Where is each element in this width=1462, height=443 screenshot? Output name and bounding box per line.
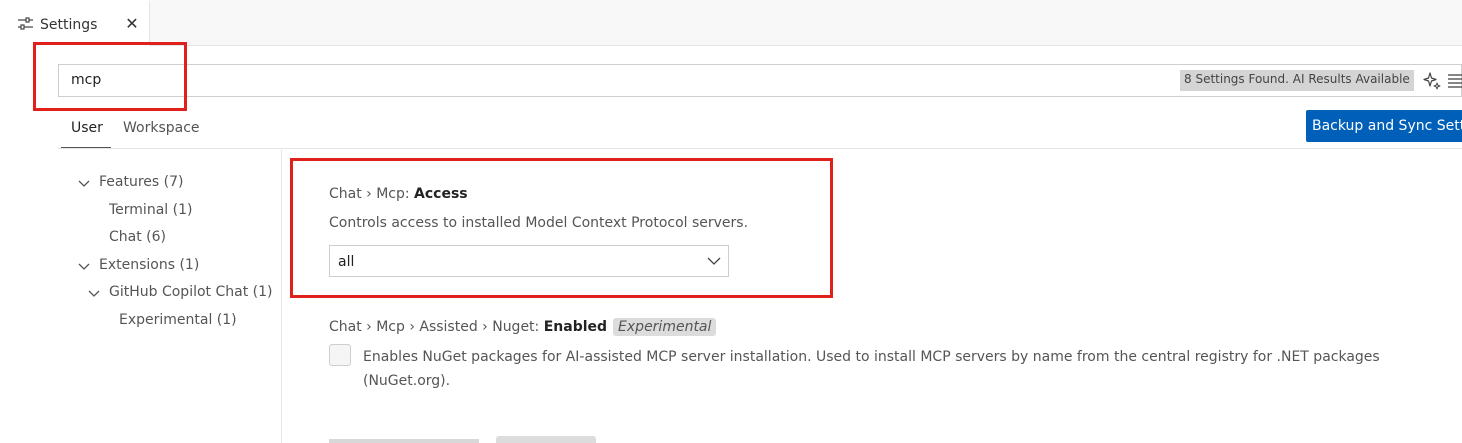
- toc-item-github-copilot-chat[interactable]: GitHub Copilot Chat (1): [109, 284, 272, 300]
- settings-search-input[interactable]: mcp 8 Settings Found. AI Results Availab…: [58, 64, 1462, 97]
- editor-tab-bar: Settings ✕: [0, 0, 1462, 46]
- chevron-down-icon[interactable]: [88, 288, 100, 300]
- annotation-box-setting: [290, 158, 833, 298]
- close-icon[interactable]: ✕: [124, 16, 140, 32]
- settings-toc: Features (7) Terminal (1) Chat (6) Exten…: [0, 150, 282, 443]
- toc-item-extensions[interactable]: Extensions (1): [99, 257, 199, 273]
- results-count-badge: 8 Settings Found. AI Results Available: [1180, 70, 1414, 91]
- scope-divider: [58, 148, 1462, 149]
- chevron-down-icon[interactable]: [78, 261, 90, 273]
- experimental-badge: Experimental: [613, 318, 717, 336]
- tab-settings[interactable]: Settings ✕: [0, 0, 150, 46]
- toc-item-chat[interactable]: Chat (6): [109, 229, 166, 245]
- tab-user[interactable]: User: [71, 120, 103, 136]
- next-setting-title-cutoff: [329, 439, 479, 443]
- next-setting-badge-cutoff: [496, 436, 596, 443]
- toc-item-terminal[interactable]: Terminal (1): [109, 202, 192, 218]
- chevron-down-icon[interactable]: [78, 178, 90, 190]
- sparkle-icon[interactable]: [1422, 71, 1442, 91]
- backup-and-sync-button[interactable]: Backup and Sync Sett: [1306, 110, 1462, 142]
- annotation-box-search: [33, 42, 187, 111]
- tab-label: Settings: [40, 17, 98, 33]
- toc-item-features[interactable]: Features (7): [99, 174, 183, 190]
- setting-description: Enables NuGet packages for AI-assisted M…: [363, 349, 1380, 389]
- filter-list-icon[interactable]: [1448, 73, 1462, 89]
- setting-name: Enabled: [543, 319, 608, 335]
- nuget-enabled-checkbox[interactable]: [329, 344, 351, 366]
- setting-category: Chat › Mcp › Assisted › Nuget:: [329, 319, 544, 335]
- setting-title-nuget-enabled: Chat › Mcp › Assisted › Nuget: Enabled Ex…: [329, 318, 717, 336]
- settings-sliders-icon: [18, 17, 33, 30]
- tab-workspace[interactable]: Workspace: [123, 120, 200, 136]
- toc-item-experimental[interactable]: Experimental (1): [119, 312, 237, 328]
